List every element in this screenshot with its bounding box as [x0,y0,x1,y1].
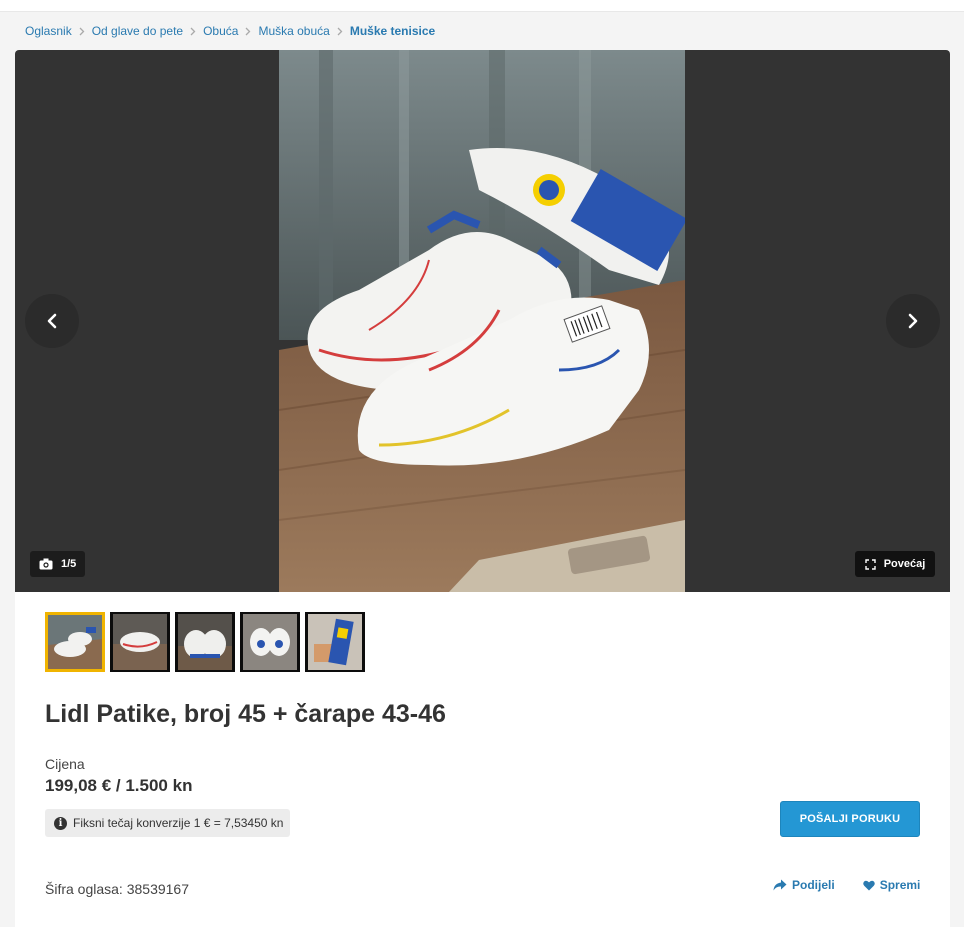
ad-code: Šifra oglasa: 38539167 [45,881,189,897]
breadcrumb-link-oglasnik[interactable]: Oglasnik [25,24,72,38]
camera-icon [39,558,53,570]
breadcrumb-link-od-glave-do-pete[interactable]: Od glave do pete [92,24,183,38]
thumbnail-2[interactable] [110,612,170,672]
main-photo[interactable] [279,50,685,592]
conversion-rate-text: Fiksni tečaj konverzije 1 € = 7,53450 kn [73,816,284,830]
thumbnail-image [48,615,102,669]
listing-title: Lidl Patike, broj 45 + čarape 43-46 [45,700,446,728]
breadcrumb-link-obuca[interactable]: Obuća [203,24,238,38]
chevron-right-icon [183,23,203,39]
breadcrumb-link-muska-obuca[interactable]: Muška obuća [258,24,329,38]
listing-details: Lidl Patike, broj 45 + čarape 43-46 Cije… [15,592,950,927]
conversion-rate-note: i Fiksni tečaj konverzije 1 € = 7,53450 … [45,809,290,837]
price-label: Cijena [45,756,85,772]
thumbnail-strip [45,612,365,672]
save-label: Spremi [879,878,921,892]
image-gallery: 1/5 Povećaj [15,50,950,592]
thumbnail-4[interactable] [240,612,300,672]
share-icon [773,879,787,891]
enlarge-button[interactable]: Povećaj [855,551,935,577]
thumbnail-image [113,614,167,670]
thumbnail-3[interactable] [175,612,235,672]
image-counter: 1/5 [30,551,86,577]
chevron-right-icon [330,23,350,39]
sneakers-photo [279,50,685,592]
enlarge-label: Povećaj [883,558,926,570]
image-counter-text: 1/5 [61,558,77,570]
price-value: 199,08 € / 1.500 kn [45,776,193,795]
listing-actions: Podijeli Spremi [773,878,920,892]
thumbnail-1[interactable] [45,612,105,672]
info-icon: i [54,816,67,830]
chevron-right-icon [908,313,918,329]
share-label: Podijeli [792,878,835,892]
previous-image-button[interactable] [25,294,79,348]
share-button[interactable]: Podijeli [773,878,835,892]
thumbnail-image [243,614,297,670]
thumbnail-5[interactable] [305,612,365,672]
chevron-right-icon [72,23,92,39]
save-button[interactable]: Spremi [862,878,921,892]
heart-icon [862,880,875,890]
breadcrumb: Oglasnik Od glave do pete Obuća Muška ob… [25,23,435,39]
thumbnail-image [308,614,362,670]
send-message-button[interactable]: POŠALJI PORUKU [780,801,920,837]
breadcrumb-current: Muške tenisice [349,24,436,38]
next-image-button[interactable] [886,294,940,348]
thumbnail-image [178,614,232,670]
top-bar [0,0,964,12]
chevron-right-icon [238,23,258,39]
fullscreen-icon [865,558,876,570]
chevron-left-icon [47,313,57,329]
